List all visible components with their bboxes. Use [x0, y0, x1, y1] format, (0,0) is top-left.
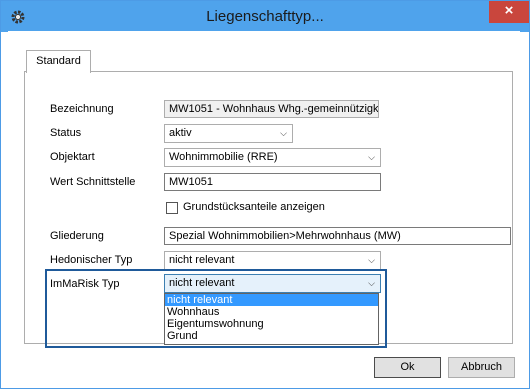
- hedonischer-typ-value: nicht relevant: [169, 254, 235, 266]
- chevron-down-icon: ⌵: [368, 255, 375, 265]
- cancel-button-label: Abbruch: [461, 361, 502, 373]
- grundstuecksanteile-label: Grundstücksanteile anzeigen: [183, 201, 325, 213]
- dropdown-option[interactable]: nicht relevant: [165, 294, 378, 306]
- dropdown-option[interactable]: Wohnhaus: [165, 306, 378, 318]
- gliederung-label: Gliederung: [50, 230, 104, 242]
- title-bar[interactable]: Liegenschafttyp... ×: [1, 1, 529, 32]
- cancel-button[interactable]: Abbruch: [448, 357, 515, 378]
- close-icon: ×: [504, 2, 514, 19]
- hedonischer-typ-label: Hedonischer Typ: [50, 254, 133, 266]
- immarisk-typ-label: ImMaRisk Typ: [50, 278, 120, 290]
- grundstuecksanteile-checkbox[interactable]: [166, 202, 178, 214]
- bezeichnung-label: Bezeichnung: [50, 103, 114, 115]
- chevron-down-icon: ⌵: [368, 152, 375, 162]
- status-select[interactable]: aktiv ⌵: [164, 124, 293, 143]
- close-button[interactable]: ×: [489, 1, 529, 23]
- immarisk-typ-value: nicht relevant: [169, 277, 235, 289]
- objektart-value: Wohnimmobilie (RRE): [169, 151, 278, 163]
- schnittstelle-label: Wert Schnittstelle: [50, 176, 136, 188]
- ok-button-label: Ok: [400, 361, 415, 373]
- tab-standard[interactable]: Standard: [26, 50, 91, 73]
- objektart-select[interactable]: Wohnimmobilie (RRE) ⌵: [164, 148, 381, 167]
- immarisk-typ-select[interactable]: nicht relevant ⌵: [164, 274, 381, 293]
- chevron-down-icon: ⌵: [280, 128, 287, 138]
- hedonischer-typ-select[interactable]: nicht relevant ⌵: [164, 251, 381, 270]
- status-value: aktiv: [169, 127, 192, 139]
- status-label: Status: [50, 127, 82, 139]
- ok-button[interactable]: Ok: [374, 357, 441, 378]
- objektart-label: Objektart: [50, 151, 95, 163]
- dropdown-option[interactable]: Grund: [165, 330, 378, 342]
- dropdown-option[interactable]: Eigentumswohnung: [165, 318, 378, 330]
- chevron-down-icon: ⌵: [368, 278, 375, 288]
- schnittstelle-input[interactable]: MW1051: [164, 173, 381, 191]
- window-title: Liegenschafttyp...: [206, 8, 324, 25]
- gliederung-field[interactable]: Spezial Wohnimmobilien>Mehrwohnhaus (MW): [164, 227, 511, 245]
- immarisk-typ-dropdown-list: nicht relevant Wohnhaus Eigentumswohnung…: [164, 293, 379, 345]
- bezeichnung-field[interactable]: MW1051 - Wohnhaus Whg.-gemeinnützigk: [164, 100, 379, 118]
